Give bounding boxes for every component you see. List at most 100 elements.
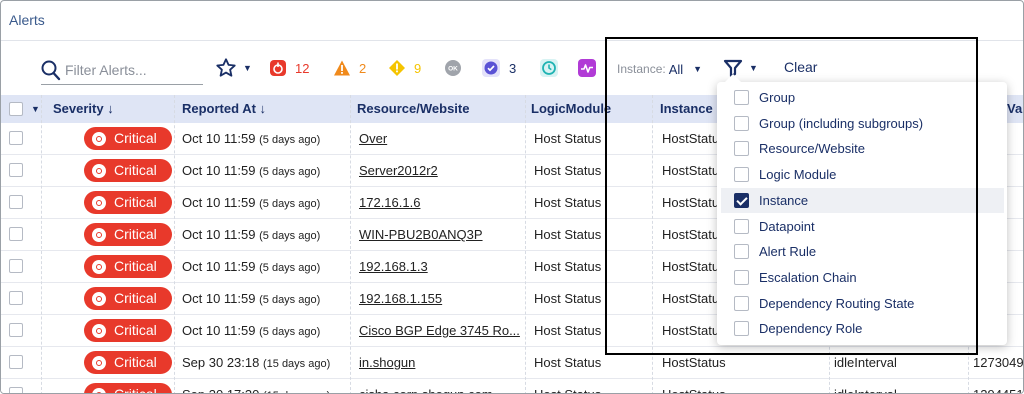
menu-option[interactable]: Dependency Role [721, 316, 1004, 341]
menu-option[interactable]: Logic Module [721, 162, 1004, 187]
menu-option[interactable]: Escalation Chain [721, 265, 1004, 290]
row-checkbox[interactable] [9, 323, 23, 337]
menu-option-label: Group (including subgroups) [759, 115, 924, 131]
checkbox-icon[interactable] [734, 295, 749, 311]
checkbox-icon[interactable] [734, 321, 749, 337]
row-checkbox[interactable] [9, 259, 23, 273]
checked-checkbox-icon[interactable] [734, 192, 749, 208]
resource-link[interactable]: in.shogun [359, 347, 415, 378]
filter-alerts-input[interactable] [63, 59, 201, 81]
select-all-checkbox[interactable] [9, 102, 23, 116]
reported-ago: (5 days ago) [259, 166, 321, 178]
reported-ago: (5 days ago) [259, 198, 321, 210]
column-divider [652, 95, 653, 393]
reported-ago: (5 days ago) [259, 134, 321, 146]
severity-badge: Critical [84, 223, 172, 246]
resource-link[interactable]: 192.168.1.155 [359, 283, 442, 314]
error-filter[interactable]: 2 [333, 57, 366, 79]
instance-filter[interactable]: Instance: All ▼ [617, 58, 702, 80]
severity-text: Critical [114, 322, 157, 338]
chevron-down-icon[interactable]: ▼ [31, 104, 40, 114]
menu-option-label: Escalation Chain [759, 269, 857, 285]
row-checkbox[interactable] [9, 355, 23, 369]
clear-filters-button[interactable]: Clear [784, 59, 817, 75]
resource-link[interactable]: Server2012r2 [359, 155, 438, 186]
logicmodule-cell: Host Status [534, 131, 602, 146]
severity-badge: Critical [84, 351, 172, 374]
reported-ago: (5 days ago) [259, 230, 321, 242]
reported-date: Oct 10 11:59 [182, 163, 256, 178]
sdt-icon [540, 59, 558, 77]
value-cell: 1273049 [973, 355, 1024, 370]
filter-alerts[interactable] [41, 57, 203, 85]
row-checkbox[interactable] [9, 131, 23, 145]
resource-link[interactable]: cisha.corp.shogun.com [359, 379, 493, 393]
checkbox-icon[interactable] [734, 244, 749, 260]
sdt-filter[interactable] [539, 57, 559, 79]
search-icon [41, 60, 61, 81]
critical-icon [92, 259, 106, 274]
favorites-menu[interactable]: ▼ [215, 57, 252, 79]
menu-option[interactable]: Group (including subgroups) [721, 111, 1004, 136]
reported-at: Sep 30 23:18 (15 days ago) [182, 347, 330, 378]
logicmodule-cell: Host Status [534, 259, 602, 274]
acknowledged-filter[interactable]: 3 [481, 57, 516, 79]
table-row[interactable]: Critical Sep 30 23:18 (15 days ago) in.sho… [1, 347, 1024, 379]
chevron-down-icon: ▼ [693, 64, 703, 74]
chevron-down-icon: ▼ [243, 63, 252, 73]
critical-icon [92, 291, 106, 306]
checkbox-icon[interactable] [734, 218, 749, 234]
logicmodule-cell: Host Status [534, 163, 602, 178]
critical-filter[interactable]: 12 [269, 57, 309, 79]
severity-badge: Critical [84, 383, 172, 394]
reported-at: Oct 10 11:59 (5 days ago) [182, 315, 320, 346]
checkbox-icon[interactable] [734, 141, 749, 157]
resource-link[interactable]: 172.16.1.6 [359, 187, 420, 218]
menu-option[interactable]: Alert Rule [721, 239, 1004, 264]
title-divider [1, 40, 1023, 41]
instance-filter-value: All [668, 61, 684, 77]
menu-option[interactable]: Resource/Website [721, 136, 1004, 161]
column-header-resource[interactable]: Resource/Website [357, 95, 469, 123]
column-header-reported-at[interactable]: Reported At ↓ [182, 95, 266, 123]
row-checkbox[interactable] [9, 195, 23, 209]
menu-option[interactable]: Instance [721, 187, 1004, 213]
menu-option-label: Logic Module [759, 167, 837, 183]
cleared-filter[interactable]: OK [444, 57, 462, 79]
column-filter-menu: Group Group (including subgroups) Resource… [717, 74, 1007, 345]
row-checkbox[interactable] [9, 227, 23, 241]
menu-option[interactable]: Datapoint [721, 214, 1004, 239]
resource-link[interactable]: 192.168.1.3 [359, 251, 428, 282]
row-checkbox[interactable] [9, 387, 23, 393]
ok-icon: OK [445, 60, 461, 76]
checkbox-icon[interactable] [734, 269, 749, 285]
reported-at: Oct 10 11:59 (5 days ago) [182, 123, 320, 154]
checkbox-icon[interactable] [734, 167, 749, 183]
column-header-instance[interactable]: Instance [660, 95, 713, 123]
sort-arrow-icon: ↓ [259, 101, 267, 116]
table-row[interactable]: Critical Sep 30 17:30 (15 days ago) cisha.… [1, 379, 1023, 394]
warning-filter[interactable]: 9 [388, 57, 421, 79]
column-header-value[interactable]: Val [1007, 95, 1023, 123]
reported-ago: (15 days ago) [263, 390, 330, 393]
resource-link[interactable]: Cisco BGP Edge 3745 Ro... [359, 315, 520, 346]
row-checkbox[interactable] [9, 291, 23, 305]
star-icon [216, 58, 236, 77]
menu-option[interactable]: Group [721, 85, 1004, 110]
severity-text: Critical [114, 386, 157, 394]
resource-link[interactable]: WIN-PBU2B0ANQ3P [359, 219, 483, 250]
reported-ago: (15 days ago) [262, 358, 331, 370]
column-header-severity[interactable]: Severity ↓ [53, 95, 114, 123]
resource-link[interactable]: Over [359, 123, 387, 154]
critical-icon [92, 227, 106, 242]
row-checkbox[interactable] [9, 163, 23, 177]
column-header-logicmodule[interactable]: LogicModule [531, 95, 611, 123]
column-divider [525, 95, 526, 393]
menu-option[interactable]: Dependency Routing State [721, 291, 1004, 316]
log-alerts-filter[interactable] [577, 57, 597, 79]
menu-option-label: Group [759, 90, 796, 105]
ack-count: 3 [509, 60, 517, 76]
reported-date: Oct 10 11:59 [182, 323, 256, 338]
checkbox-icon[interactable] [734, 115, 749, 131]
checkbox-icon[interactable] [734, 90, 749, 105]
